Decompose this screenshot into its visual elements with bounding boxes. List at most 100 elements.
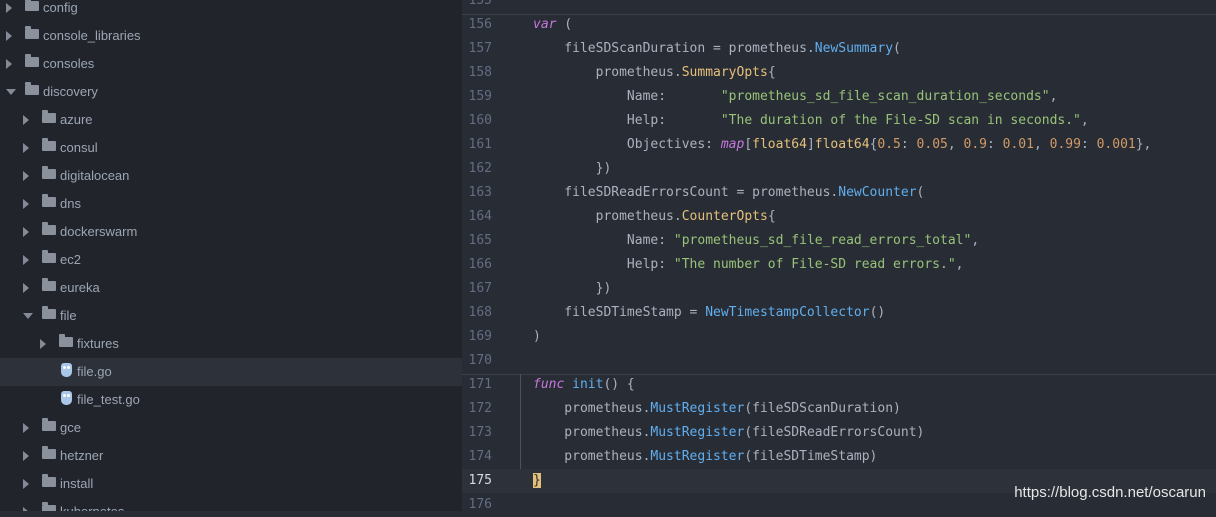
code-line[interactable]: 157 fileSDScanDuration = prometheus.NewS… xyxy=(462,37,1216,61)
code-text[interactable]: func init() { xyxy=(533,377,635,392)
chevron-right-icon[interactable] xyxy=(23,115,29,125)
tree-folder-discovery[interactable]: discovery xyxy=(0,78,462,106)
tree-file-file-test-go[interactable]: file_test.go xyxy=(0,386,462,414)
code-line[interactable]: 155 xyxy=(462,0,1216,13)
code-line[interactable]: 159 Name: "prometheus_sd_file_scan_durat… xyxy=(462,85,1216,109)
chevron-right-icon[interactable] xyxy=(6,3,12,13)
code-text[interactable]: prometheus.MustRegister(fileSDTimeStamp) xyxy=(533,449,877,464)
tree-folder-install[interactable]: install xyxy=(0,470,462,498)
code-line[interactable]: 164 prometheus.CounterOpts{ xyxy=(462,205,1216,229)
tree-folder-hetzner[interactable]: hetzner xyxy=(0,442,462,470)
code-text[interactable]: Help: "The duration of the File-SD scan … xyxy=(533,113,1089,128)
code-line[interactable]: 173 prometheus.MustRegister(fileSDReadEr… xyxy=(462,421,1216,445)
code-token: prometheus. xyxy=(533,449,651,464)
code-line[interactable]: 169) xyxy=(462,325,1216,349)
tree-folder-file[interactable]: file xyxy=(0,302,462,330)
tree-folder-config[interactable]: config xyxy=(0,0,462,22)
tree-item-label: hetzner xyxy=(60,448,104,463)
chevron-right-icon[interactable] xyxy=(23,171,29,181)
code-text[interactable]: prometheus.SummaryOpts{ xyxy=(533,65,776,80)
chevron-right-icon[interactable] xyxy=(23,143,29,153)
code-token: prometheus. xyxy=(533,425,651,440)
code-token: 0.05 xyxy=(916,137,948,152)
code-token: Name: xyxy=(533,233,674,248)
code-text[interactable]: prometheus.MustRegister(fileSDScanDurati… xyxy=(533,401,901,416)
code-text[interactable]: prometheus.CounterOpts{ xyxy=(533,209,776,224)
chevron-right-icon[interactable] xyxy=(6,31,12,41)
code-token: "The duration of the File-SD scan in sec… xyxy=(720,113,1081,128)
tree-item-label: discovery xyxy=(43,84,98,99)
chevron-right-icon[interactable] xyxy=(23,199,29,209)
chevron-right-icon[interactable] xyxy=(6,59,12,69)
code-text[interactable]: }) xyxy=(533,281,612,296)
tree-folder-consul[interactable]: consul xyxy=(0,134,462,162)
code-editor[interactable]: 155 156 var (157 fileSDScanDuration = prom… xyxy=(462,0,1216,512)
code-line[interactable]: 171 func init() { xyxy=(462,373,1216,397)
code-text[interactable]: fileSDReadErrorsCount = prometheus.NewCo… xyxy=(533,185,924,200)
tree-folder-consoles[interactable]: consoles xyxy=(0,50,462,78)
code-token: () { xyxy=(603,377,635,392)
code-token: var xyxy=(533,17,557,32)
code-text[interactable]: }) xyxy=(533,161,612,176)
code-text[interactable]: fileSDTimeStamp = NewTimestampCollector(… xyxy=(533,305,885,320)
code-token: MustRegister xyxy=(650,401,745,416)
tree-folder-kubernetes[interactable]: kubernetes xyxy=(0,498,462,511)
tree-folder-digitalocean[interactable]: digitalocean xyxy=(0,162,462,190)
code-token: 0.5 xyxy=(877,137,901,152)
code-line[interactable]: 172 prometheus.MustRegister(fileSDScanDu… xyxy=(462,397,1216,421)
chevron-right-icon[interactable] xyxy=(23,227,29,237)
code-line[interactable]: 160 Help: "The duration of the File-SD s… xyxy=(462,109,1216,133)
code-text[interactable]: var ( xyxy=(533,17,572,32)
code-line[interactable]: 163 fileSDReadErrorsCount = prometheus.N… xyxy=(462,181,1216,205)
tree-folder-eureka[interactable]: eureka xyxy=(0,274,462,302)
code-line[interactable]: 158 prometheus.SummaryOpts{ xyxy=(462,61,1216,85)
chevron-right-icon[interactable] xyxy=(23,451,29,461)
code-token: : xyxy=(1080,137,1097,152)
tree-folder-gce[interactable]: gce xyxy=(0,414,462,442)
line-number: 175 xyxy=(468,473,492,488)
code-text[interactable]: fileSDScanDuration = prometheus.NewSumma… xyxy=(533,41,901,56)
code-text[interactable]: } xyxy=(533,473,541,488)
code-line[interactable]: 170 xyxy=(462,349,1216,373)
line-number: 174 xyxy=(468,449,492,464)
tree-folder-ec2[interactable]: ec2 xyxy=(0,246,462,274)
line-number: 166 xyxy=(468,257,492,272)
chevron-right-icon[interactable] xyxy=(23,479,29,489)
chevron-right-icon[interactable] xyxy=(23,255,29,265)
code-token: } xyxy=(533,473,541,488)
code-token: MustRegister xyxy=(650,425,745,440)
code-line[interactable]: 165 Name: "prometheus_sd_file_read_error… xyxy=(462,229,1216,253)
code-text[interactable]: Help: "The number of File-SD read errors… xyxy=(533,257,964,272)
chevron-right-icon[interactable] xyxy=(23,507,29,511)
tree-folder-fixtures[interactable]: fixtures xyxy=(0,330,462,358)
line-number: 173 xyxy=(468,425,492,440)
code-token: (fileSDReadErrorsCount) xyxy=(744,425,925,440)
chevron-down-icon[interactable] xyxy=(6,89,16,95)
chevron-down-icon[interactable] xyxy=(23,313,33,319)
code-text[interactable]: prometheus.MustRegister(fileSDReadErrors… xyxy=(533,425,924,440)
go-file-icon xyxy=(61,363,72,377)
code-line[interactable]: 162 }) xyxy=(462,157,1216,181)
code-token: () xyxy=(869,305,886,320)
code-text[interactable]: Name: "prometheus_sd_file_read_errors_to… xyxy=(533,233,979,248)
code-line[interactable]: 161 Objectives: map[float64]float64{0.5:… xyxy=(462,133,1216,157)
code-line[interactable]: 167 }) xyxy=(462,277,1216,301)
code-text[interactable]: Name: "prometheus_sd_file_scan_duration_… xyxy=(533,89,1058,104)
tree-folder-azure[interactable]: azure xyxy=(0,106,462,134)
code-token: 0.001 xyxy=(1096,137,1136,152)
code-line[interactable]: 166 Help: "The number of File-SD read er… xyxy=(462,253,1216,277)
code-line[interactable]: 168 fileSDTimeStamp = NewTimestampCollec… xyxy=(462,301,1216,325)
tree-folder-dockerswarm[interactable]: dockerswarm xyxy=(0,218,462,246)
tree-folder-dns[interactable]: dns xyxy=(0,190,462,218)
tree-file-file-go[interactable]: file.go xyxy=(0,358,462,386)
code-line[interactable]: 156 var ( xyxy=(462,13,1216,37)
chevron-right-icon[interactable] xyxy=(40,339,46,349)
code-token: }, xyxy=(1135,137,1152,152)
code-line[interactable]: 174 prometheus.MustRegister(fileSDTimeSt… xyxy=(462,445,1216,469)
chevron-right-icon[interactable] xyxy=(23,283,29,293)
code-text[interactable]: ) xyxy=(533,329,541,344)
chevron-right-icon[interactable] xyxy=(23,423,29,433)
code-text[interactable]: Objectives: map[float64]float64{0.5: 0.0… xyxy=(533,137,1151,152)
tree-folder-console-libraries[interactable]: console_libraries xyxy=(0,22,462,50)
